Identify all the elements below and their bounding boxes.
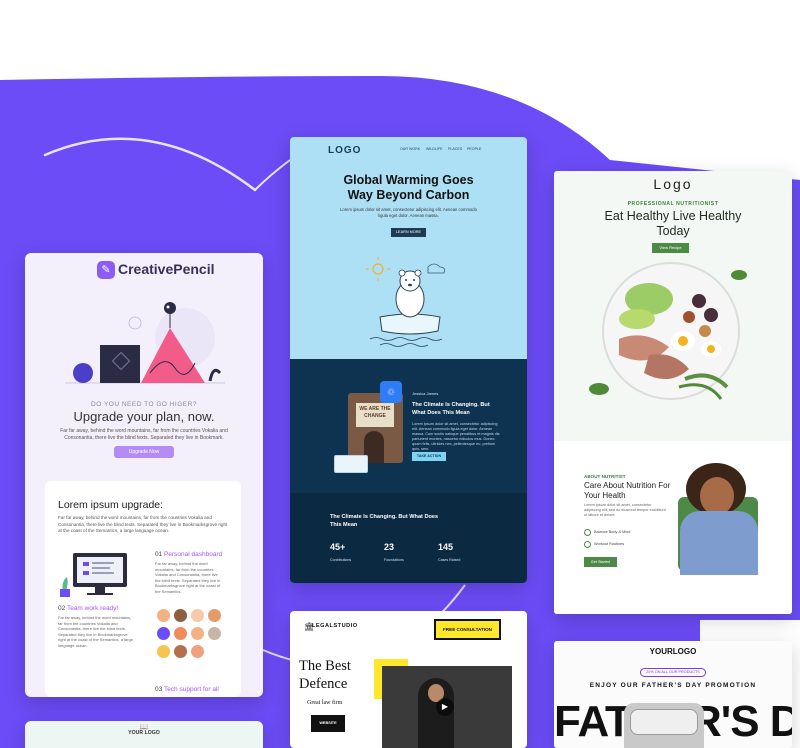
logo-text: Logo <box>653 176 693 192</box>
video-thumbnail[interactable]: ▶ <box>382 666 512 748</box>
logo-text: YOURLOGO <box>649 647 697 656</box>
stats-section: The Climate Is Changing. But What Does T… <box>290 493 527 583</box>
portrait-face <box>700 477 734 515</box>
upgrade-title: Upgrade your plan, now. <box>73 409 215 424</box>
protest-sign: WE ARE THE CHANGE <box>356 403 394 427</box>
panel-title: Lorem ipsum upgrade: <box>58 499 164 511</box>
nav-our-work[interactable]: OUR WORK <box>400 147 420 151</box>
card-icon <box>334 455 368 473</box>
check-icon <box>584 541 591 548</box>
check-balance: Balance Body & Mind <box>594 530 631 534</box>
upgrade-panel: Lorem ipsum upgrade: Far far away, behin… <box>45 481 241 697</box>
get-started-button[interactable]: Get Started <box>584 557 617 567</box>
feature-2-body: Far far away, behind the word mountains,… <box>58 615 133 648</box>
recycle-icon: ♲ <box>380 381 402 403</box>
portrait-sweater <box>680 511 758 575</box>
view-recipe-button[interactable]: View Recipe <box>652 243 689 253</box>
hero-title: The Best Defence <box>299 658 351 692</box>
fathers-day-email-card[interactable]: YOURLOGO 20% ON ALL OUR PRODUCTS ENJOY O… <box>554 641 792 748</box>
feature-1-body: Far far away, behind the word mountains,… <box>155 561 221 594</box>
stat-contributions-label: Contributions <box>330 558 352 562</box>
logo-text: LOGO <box>328 145 362 156</box>
about-eyebrow: ABOUT NUTRITIST <box>584 474 626 479</box>
climate-title: The Climate Is Changing. But What Does T… <box>412 402 490 416</box>
team-avatars <box>157 609 227 669</box>
website-button[interactable]: WEBSITE <box>311 715 345 732</box>
protest-photo: WE ARE THE CHANGE <box>348 393 403 463</box>
climate-body: Lorem ipsum dolor sit amet, consectetur … <box>412 422 500 451</box>
hero-subtitle: Great law firm <box>307 700 343 706</box>
nav-people[interactable]: PEOPLE <box>467 147 481 151</box>
salad-bowl-illustration <box>589 262 747 400</box>
stat-foundations-value: 23 <box>384 542 395 552</box>
nav-wildlife[interactable]: WILDLIFE <box>426 147 443 151</box>
about-section: ABOUT NUTRITIST Care About Nutrition For… <box>554 441 792 614</box>
legal-studio-email-card[interactable]: 🏛 LEGALSTUDIO FREE CONSULTATION The Best… <box>290 611 527 748</box>
about-body: Lorem ipsum dolor sit amet, consectetur … <box>584 503 666 517</box>
logo-text: LEGALSTUDIO <box>312 623 358 629</box>
take-action-button[interactable]: TAKE ACTION <box>412 452 446 461</box>
stat-cases-value: 145 <box>438 542 454 552</box>
mountain-illustration <box>65 302 225 384</box>
feature-1-title: 01 Personal dashboard <box>155 551 223 558</box>
feature-2-title: 02 Team work ready! <box>58 605 119 612</box>
climate-section: WE ARE THE CHANGE ♲ Jessica James The Cl… <box>290 359 527 493</box>
panel-body: Far far away, behind the word mountains,… <box>58 515 228 533</box>
free-consultation-button[interactable]: FREE CONSULTATION <box>434 619 501 640</box>
nutrition-email-card[interactable]: Logo PROFESSIONAL NUTRITIONIST Eat Healt… <box>554 171 792 614</box>
vr-headset <box>624 703 704 748</box>
global-warming-email-card[interactable]: LOGO OUR WORK WILDLIFE PLACES PEOPLE Glo… <box>290 137 527 583</box>
nutritionist-eyebrow: PROFESSIONAL NUTRITIONIST <box>627 201 719 207</box>
monitor-illustration <box>60 553 127 597</box>
discount-pill: 20% ON ALL OUR PRODUCTS <box>640 668 706 677</box>
stat-contributions-value: 45+ <box>330 542 346 552</box>
stat-foundations-label: Foundations <box>384 558 404 562</box>
hero-body: Lorem ipsum dolor sit amet, consectetur … <box>340 207 477 218</box>
play-icon[interactable]: ▶ <box>436 698 454 716</box>
stat-cases-label: Cases Raised <box>438 558 461 562</box>
learn-more-button[interactable]: LEARN MORE <box>391 228 426 237</box>
your-logo-email-card[interactable]: 📖 YOUR LOGO <box>25 721 263 748</box>
brand-name: CreativePencil <box>118 261 215 277</box>
creativepencil-email-card[interactable]: ✎ CreativePencil DO YOU NEED TO GO HIGER… <box>25 253 263 697</box>
upgrade-now-button[interactable]: Upgrade Now <box>114 446 174 458</box>
upgrade-eyebrow: DO YOU NEED TO GO HIGER? <box>91 401 197 408</box>
nutrition-title: Eat Healthy Live Healthy Today <box>604 209 742 238</box>
logo-text: YOUR LOGO <box>128 730 160 736</box>
feature-3-title: 03 Tech support for all <box>155 686 219 693</box>
promo-text: ENJOY OUR FATHER'S DAY PROMOTION <box>589 682 757 689</box>
polar-bear-illustration <box>366 257 445 347</box>
stats-title: The Climate Is Changing. But What Does T… <box>330 514 439 528</box>
check-icon <box>584 529 591 536</box>
author-name: Jessica James <box>412 391 439 396</box>
about-title: Care About Nutrition For Your Health <box>584 481 671 500</box>
nav-places[interactable]: PLACES <box>448 147 462 151</box>
hero-title: Global Warming Goes Way Beyond Carbon <box>343 173 474 202</box>
pencil-logo-icon: ✎ <box>97 261 115 279</box>
check-workout: Workout Routines <box>594 542 625 546</box>
upgrade-body: Far far away, behind the word mountains,… <box>60 428 228 441</box>
